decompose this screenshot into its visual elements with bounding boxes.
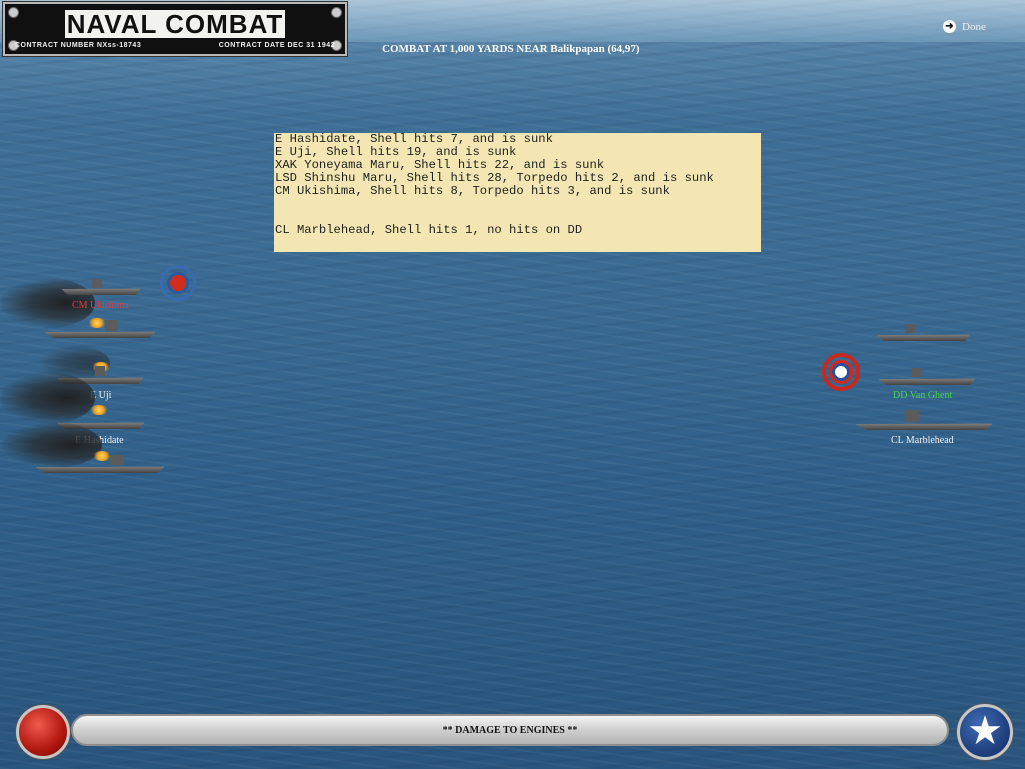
white-star-icon: ★ [967, 708, 1003, 753]
fire-effect [93, 451, 111, 461]
japan-side-button[interactable] [16, 705, 70, 759]
japanese-target-reticle-icon[interactable] [156, 261, 200, 305]
ship-superstructure [912, 368, 922, 377]
log-line: CL Marblehead, Shell hits 1, no hits on … [275, 223, 583, 237]
contract-date-label: CONTRACT DATE [218, 42, 286, 49]
smoke-effect [0, 372, 95, 424]
ship-superstructure [105, 320, 117, 331]
ship-superstructure [92, 279, 102, 288]
bolt-icon [8, 7, 19, 18]
ship-superstructure [95, 366, 105, 376]
fire-effect [88, 318, 106, 328]
game-title: NAVAL COMBAT [65, 9, 285, 39]
smoke-effect [2, 422, 102, 468]
contract-line: CONTRACT NUMBER NXss-18743 CONTRACT DATE… [15, 42, 335, 49]
done-button[interactable]: ➜ Done [943, 20, 986, 33]
contract-number-label: CONTRACT NUMBER [15, 42, 95, 49]
contract-number-value: NXss-18743 [96, 42, 142, 49]
bolt-icon [331, 7, 342, 18]
ship-label-marblehead: CL Marblehead [891, 435, 954, 446]
ship-superstructure [905, 410, 919, 422]
contract-date-value: DEC 31 1942 [287, 42, 335, 49]
contract-date: CONTRACT DATE DEC 31 1942 [219, 42, 335, 49]
fire-effect [90, 405, 108, 415]
combat-location-header: COMBAT AT 1,000 YARDS NEAR Balikpapan (6… [382, 43, 640, 55]
arrow-circle-icon: ➜ [943, 20, 956, 33]
allied-target-reticle-icon[interactable] [819, 350, 863, 394]
ocean-background [0, 0, 1025, 769]
combat-log-panel: E Hashidate, Shell hits 7, and is sunk E… [274, 133, 761, 252]
contract-number: CONTRACT NUMBER NXss-18743 [15, 42, 141, 49]
us-side-button[interactable]: ★ [957, 704, 1013, 760]
ship-superstructure [905, 324, 915, 333]
log-line: CM Ukishima, Shell hits 8, Torpedo hits … [275, 184, 670, 198]
done-label: Done [962, 20, 986, 33]
ship-label-van-ghent: DD Van Ghent [893, 390, 953, 401]
ship-label-ukishima: CM Ukishima [72, 300, 129, 311]
ship-superstructure [110, 455, 124, 465]
title-plate: NAVAL COMBAT CONTRACT NUMBER NXss-18743 … [3, 2, 347, 56]
status-message-bar: ** DAMAGE TO ENGINES ** [71, 714, 949, 746]
